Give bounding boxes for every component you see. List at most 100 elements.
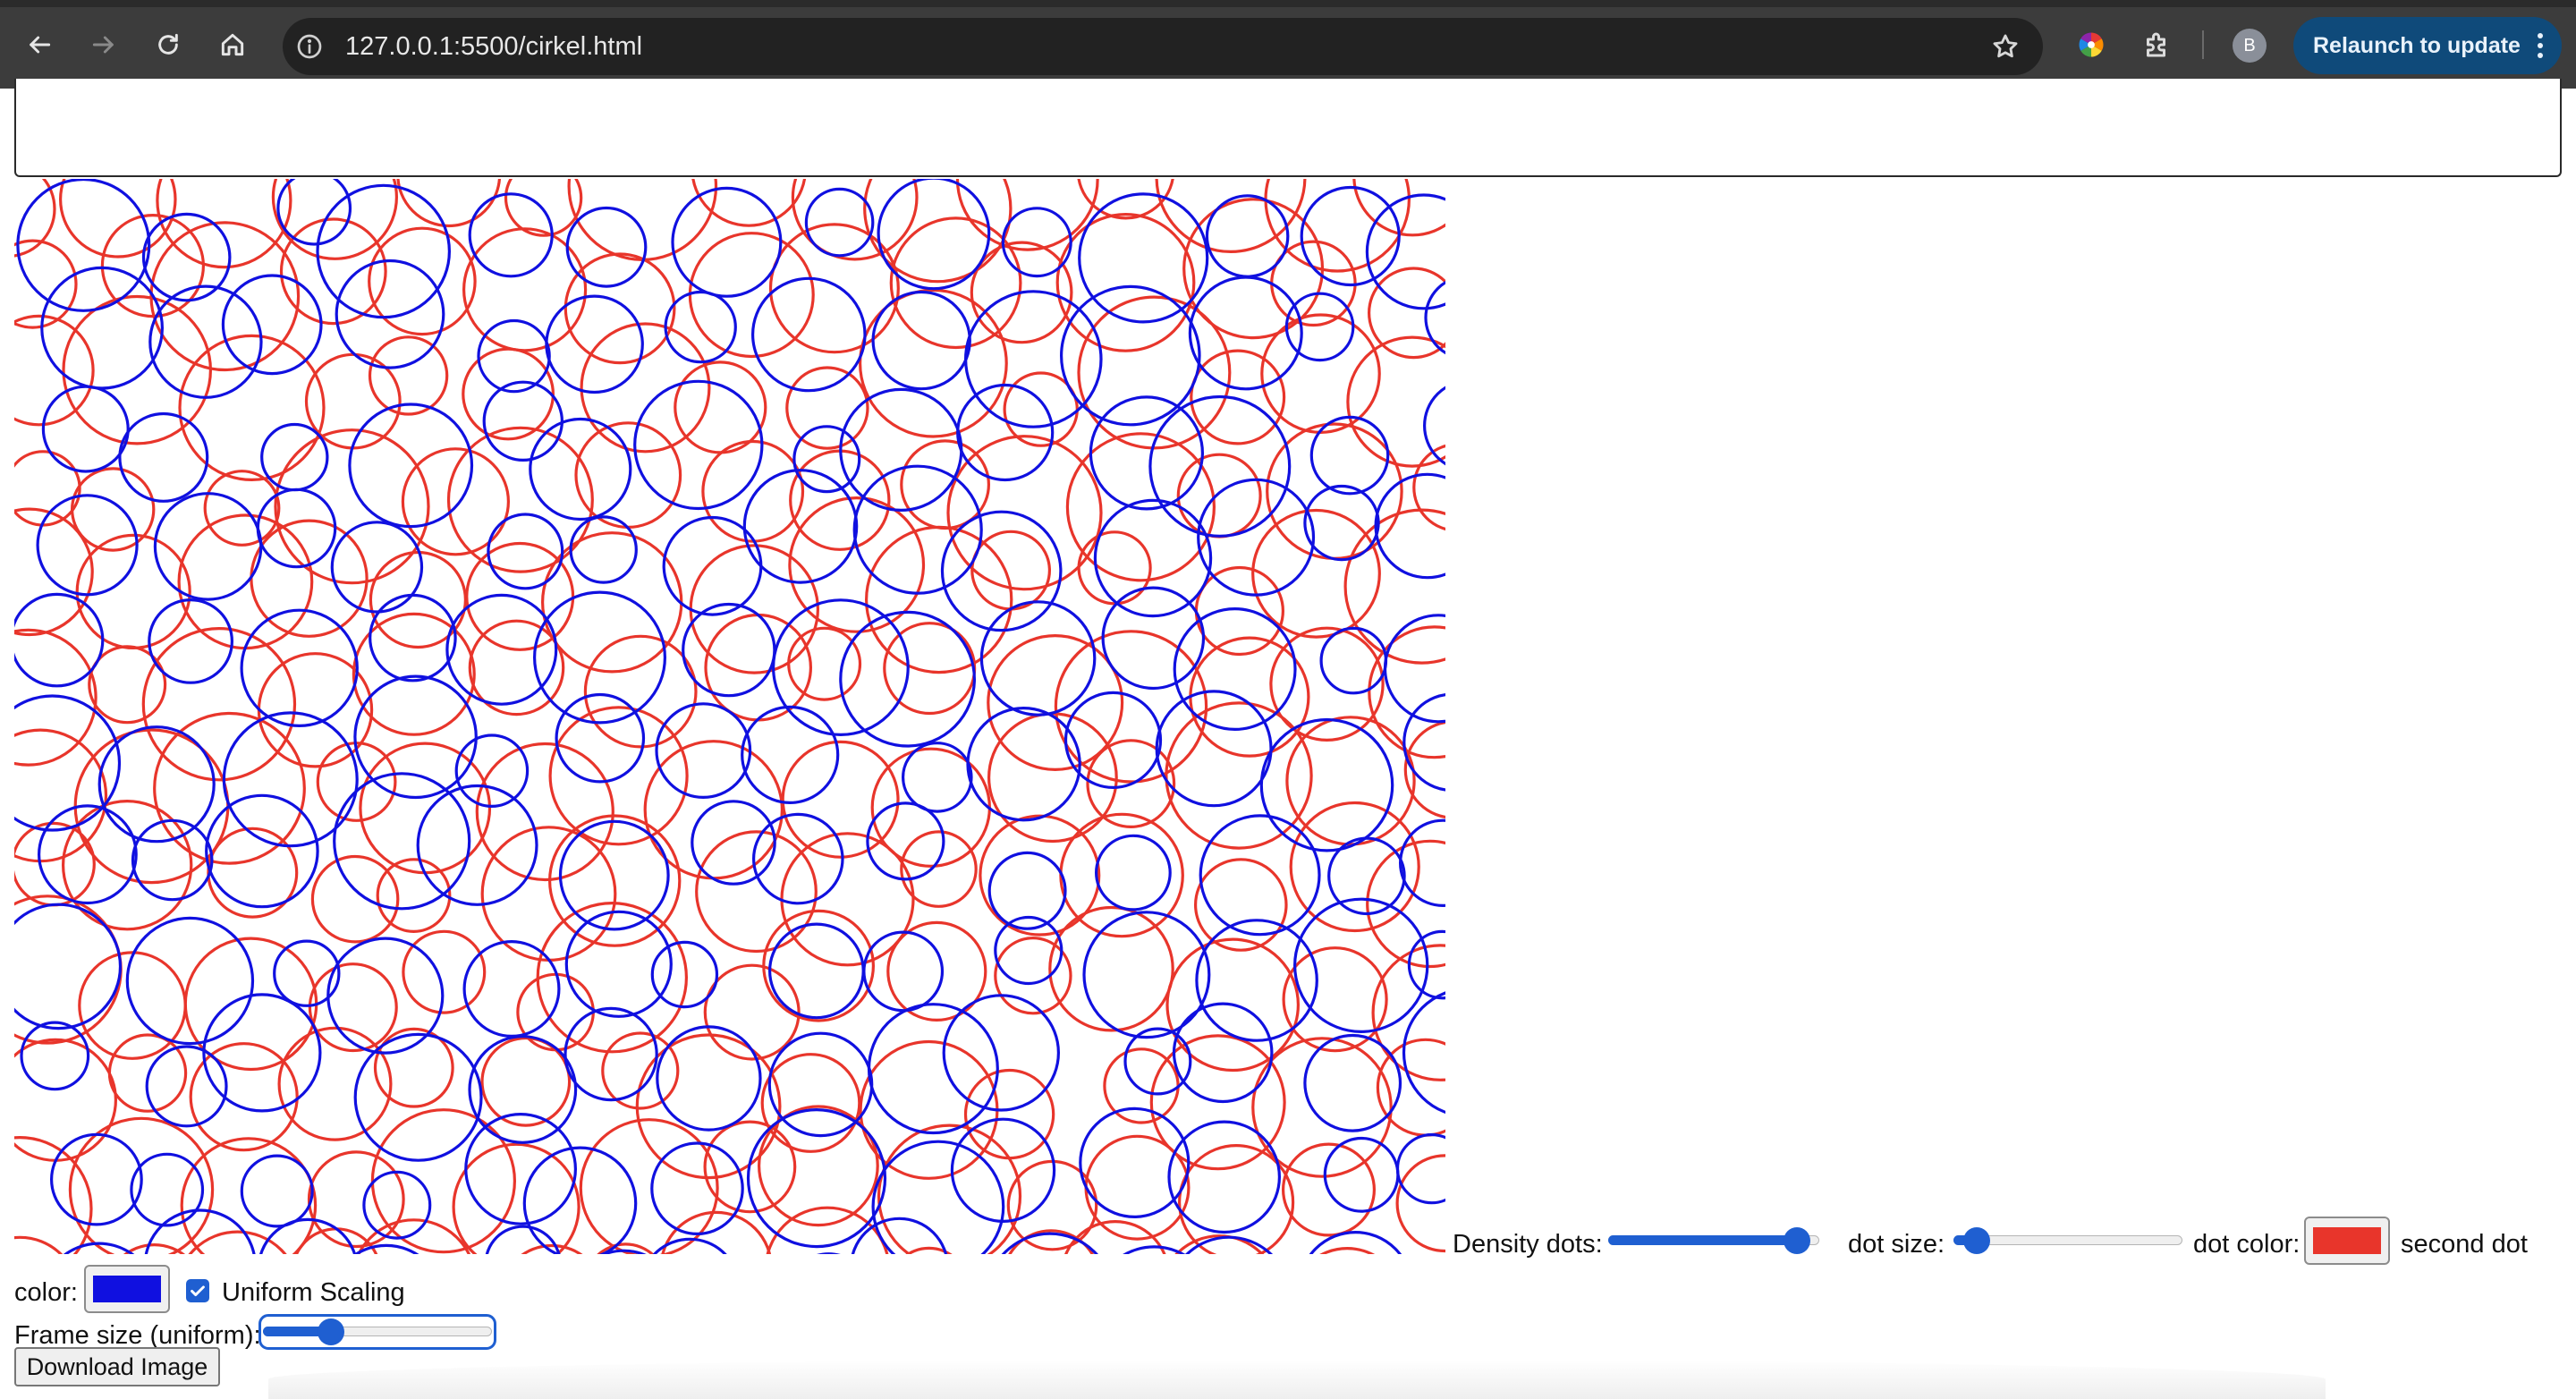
color-wheel-extension-icon[interactable] <box>2073 27 2109 63</box>
pattern-circle <box>1176 453 1262 538</box>
address-bar[interactable]: 127.0.0.1:5500/cirkel.html <box>283 18 2043 75</box>
frame-size-slider[interactable] <box>258 1314 496 1350</box>
pattern-circle <box>14 728 108 863</box>
second-dot-color-picker[interactable] <box>84 1265 170 1313</box>
pattern-circle <box>1402 693 1445 792</box>
pattern-circle <box>536 902 689 1054</box>
pattern-circle <box>569 515 638 584</box>
circle-pattern-svg <box>14 179 1445 1254</box>
pattern-circle <box>1064 1220 1166 1254</box>
pattern-circle <box>1089 395 1205 511</box>
pattern-circle <box>1395 1132 1445 1205</box>
pattern-circle <box>335 259 445 369</box>
pattern-circle <box>674 360 767 454</box>
pattern-circle <box>370 1108 516 1254</box>
pattern-circle <box>900 830 978 908</box>
pattern-circle <box>316 183 451 319</box>
profile-avatar[interactable]: B <box>2233 29 2267 63</box>
pattern-circle <box>14 821 96 907</box>
frame-size-slider-thumb[interactable] <box>318 1318 345 1345</box>
pattern-circle <box>583 634 698 749</box>
pattern-circle <box>1303 484 1380 562</box>
pattern-circle <box>475 742 614 882</box>
site-info-icon[interactable] <box>292 29 327 64</box>
pattern-circle <box>221 274 323 376</box>
pattern-circle <box>1319 1247 1376 1254</box>
pattern-circle <box>548 706 689 846</box>
dot-color-swatch <box>2313 1227 2381 1254</box>
uniform-scaling-checkbox[interactable] <box>186 1279 209 1302</box>
pattern-circle <box>107 1033 188 1113</box>
frame-size-label: Frame size (uniform): <box>14 1321 261 1350</box>
density-slider-thumb[interactable] <box>1783 1227 1810 1254</box>
density-slider[interactable] <box>1608 1227 1819 1254</box>
pattern-circle <box>940 510 1063 632</box>
pattern-circle <box>203 470 281 547</box>
pattern-circle <box>565 206 648 288</box>
pattern-circle <box>804 187 875 258</box>
pattern-circle <box>1055 212 1196 352</box>
pattern-circle <box>1260 313 1381 434</box>
pattern-circle <box>1094 834 1172 911</box>
pattern-circle <box>601 1031 680 1110</box>
second-dot-color-label: second dot <box>2401 1230 2528 1259</box>
pattern-circle <box>1165 701 1313 850</box>
second-dot-color-label-cont: color: <box>14 1278 78 1307</box>
pattern-circle <box>762 909 875 1022</box>
relaunch-to-update-button[interactable]: Relaunch to update <box>2293 17 2562 74</box>
back-arrow-icon[interactable] <box>20 25 59 64</box>
relaunch-label: Relaunch to update <box>2313 32 2521 58</box>
pattern-circle <box>1399 818 1445 907</box>
pattern-circle <box>564 1006 658 1102</box>
pattern-circle <box>369 593 457 683</box>
pattern-circle <box>701 439 805 543</box>
address-bar-url[interactable]: 127.0.0.1:5500/cirkel.html <box>345 30 642 63</box>
pattern-circle <box>131 818 214 902</box>
browser-toolbar: 127.0.0.1:5500/cirkel.html B Relaunch to… <box>0 0 2576 89</box>
pattern-circle <box>14 314 95 427</box>
pattern-circle <box>205 793 319 909</box>
pattern-circle <box>14 592 105 688</box>
circle-pattern-canvas <box>14 179 1445 1254</box>
pattern-circle <box>153 492 263 601</box>
pattern-circle <box>373 1027 454 1108</box>
pattern-circle <box>401 447 510 556</box>
pattern-circle <box>462 939 561 1038</box>
pattern-circle <box>1352 179 1445 237</box>
pattern-circle <box>118 411 209 503</box>
download-image-button[interactable]: Download Image <box>14 1347 220 1386</box>
extensions-puzzle-icon[interactable] <box>2140 27 2175 63</box>
pattern-circle <box>1189 636 1310 758</box>
pattern-circle <box>480 1036 572 1127</box>
reload-icon[interactable] <box>148 25 188 64</box>
dot-size-slider-thumb[interactable] <box>1963 1227 1991 1254</box>
dot-size-slider[interactable] <box>1953 1227 2182 1254</box>
pattern-circle <box>1309 1231 1402 1254</box>
more-vertical-icon[interactable] <box>2537 33 2544 58</box>
pattern-circle <box>955 179 1099 251</box>
pattern-circle <box>966 707 1081 822</box>
pattern-circle <box>445 593 558 706</box>
pattern-circle <box>529 417 632 521</box>
pattern-circle <box>1148 394 1292 538</box>
pattern-circle <box>522 1146 638 1254</box>
pattern-circle <box>402 929 487 1014</box>
pattern-circle <box>704 613 813 722</box>
forward-arrow-icon[interactable] <box>84 25 123 64</box>
pattern-circle <box>240 608 359 727</box>
pattern-circle <box>1195 919 1318 1042</box>
pattern-circle <box>656 1025 762 1132</box>
dot-color-picker[interactable] <box>2304 1217 2390 1265</box>
pattern-circle <box>703 963 801 1061</box>
bookmark-star-icon[interactable] <box>1987 29 2023 64</box>
pattern-circle <box>787 626 862 701</box>
pattern-circle <box>1077 530 1152 606</box>
pattern-circle <box>695 830 818 954</box>
pattern-circle <box>75 533 191 649</box>
pattern-circle <box>482 380 564 462</box>
checkmark-icon <box>191 1285 205 1297</box>
pattern-circle <box>40 266 165 390</box>
dot-color-label: dot color: <box>2193 1230 2301 1259</box>
pattern-circle <box>362 1170 432 1240</box>
home-icon[interactable] <box>213 25 252 64</box>
